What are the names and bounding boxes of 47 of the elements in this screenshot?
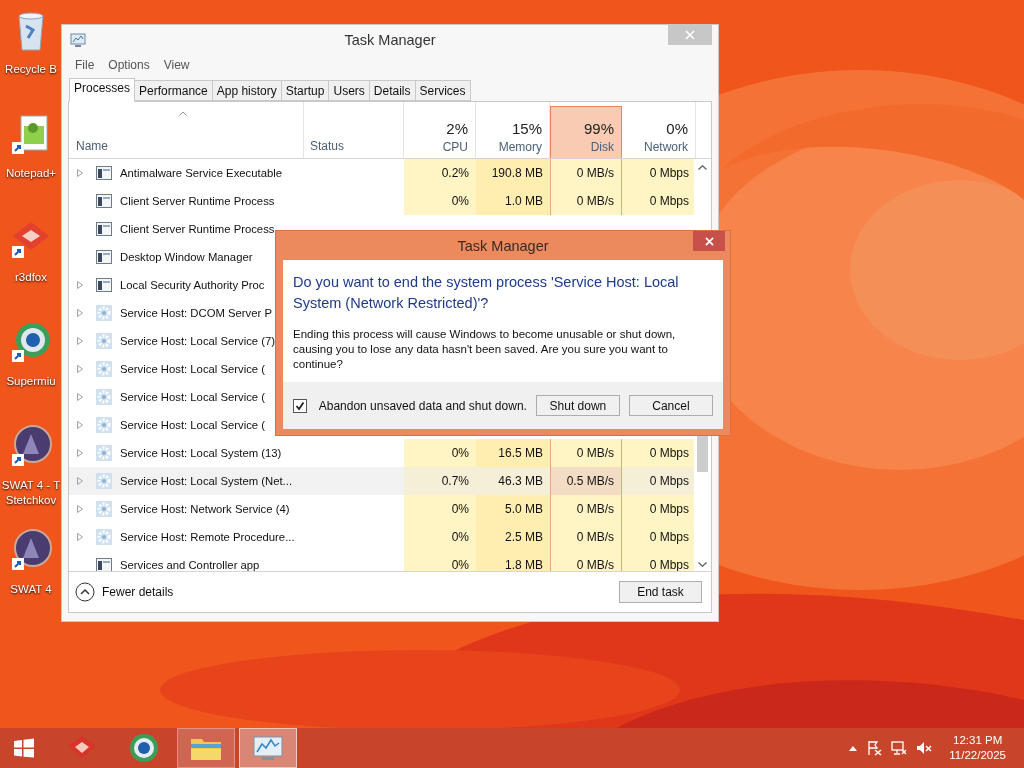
table-cell: 0 Mbps — [622, 187, 695, 215]
process-name: Service Host: Local Service ( — [119, 390, 266, 405]
table-cell: 0 MB/s — [550, 187, 622, 215]
table-cell: 0 Mbps — [622, 495, 695, 523]
table-cell: 0 MB/s — [550, 159, 622, 187]
table-cell: 190.8 MB — [476, 159, 550, 187]
process-name: Client Server Runtime Process — [119, 222, 275, 237]
table-cell: 1.0 MB — [476, 187, 550, 215]
process-name: Service Host: Local System (13) — [119, 446, 282, 461]
table-cell: 0.7% — [404, 467, 476, 495]
process-name: Services and Controller app — [119, 558, 260, 571]
table-cell: 5.0 MB — [476, 495, 550, 523]
table-cell: 0 MB/s — [550, 495, 622, 523]
table-cell: 16.5 MB — [476, 439, 550, 467]
table-cell: 0% — [404, 551, 476, 571]
table-cell: 46.3 MB — [476, 467, 550, 495]
table-cell: 0 Mbps — [622, 523, 695, 551]
dialog-title: Task Manager — [457, 237, 549, 254]
process-name: Service Host: Remote Procedure... — [119, 530, 295, 545]
table-cell: 0 MB/s — [550, 551, 622, 571]
table-cell: 0% — [404, 495, 476, 523]
table-cell: 0% — [404, 523, 476, 551]
dialog-question: Do you want to end the system process 'Service Host: Local System (Network Restricted)'? — [293, 273, 680, 313]
table-cell: 0.2% — [404, 159, 476, 187]
table-cell: 0% — [404, 439, 476, 467]
process-name: Service Host: DCOM Server P — [119, 306, 272, 321]
process-name: Service Host: Local Service ( — [119, 418, 266, 433]
table-cell: 0.5 MB/s — [550, 467, 622, 495]
table-cell: 0 Mbps — [622, 439, 695, 467]
process-name: Service Host: Local System (Net... — [119, 474, 293, 489]
table-cell: 0 Mbps — [622, 467, 695, 495]
table-cell: 0 MB/s — [550, 439, 622, 467]
process-name: Service Host: Network Service (4) — [119, 502, 290, 517]
process-name: Local Security Authority Proc — [119, 278, 265, 293]
process-name: Desktop Window Manager — [119, 250, 253, 265]
table-cell: 0 MB/s — [550, 523, 622, 551]
table-cell: 0% — [404, 187, 476, 215]
table-cell: 0 Mbps — [622, 551, 695, 571]
table-cell: 2.5 MB — [476, 523, 550, 551]
window-title: Task Manager — [344, 32, 436, 48]
process-name: Service Host: Local Service ( — [119, 362, 266, 377]
dialog-message: Ending this process will cause Windows to become unusable or shut down, causing you to lose any data hasn't been saved. Are you sure you want to continue? — [293, 327, 677, 372]
table-cell: 0 Mbps — [622, 159, 695, 187]
process-name: Service Host: Local Service (7) — [119, 334, 276, 349]
table-cell: 1.8 MB — [476, 551, 550, 571]
process-name: Client Server Runtime Process — [119, 194, 275, 209]
process-name: Antimalware Service Executable — [119, 166, 282, 181]
